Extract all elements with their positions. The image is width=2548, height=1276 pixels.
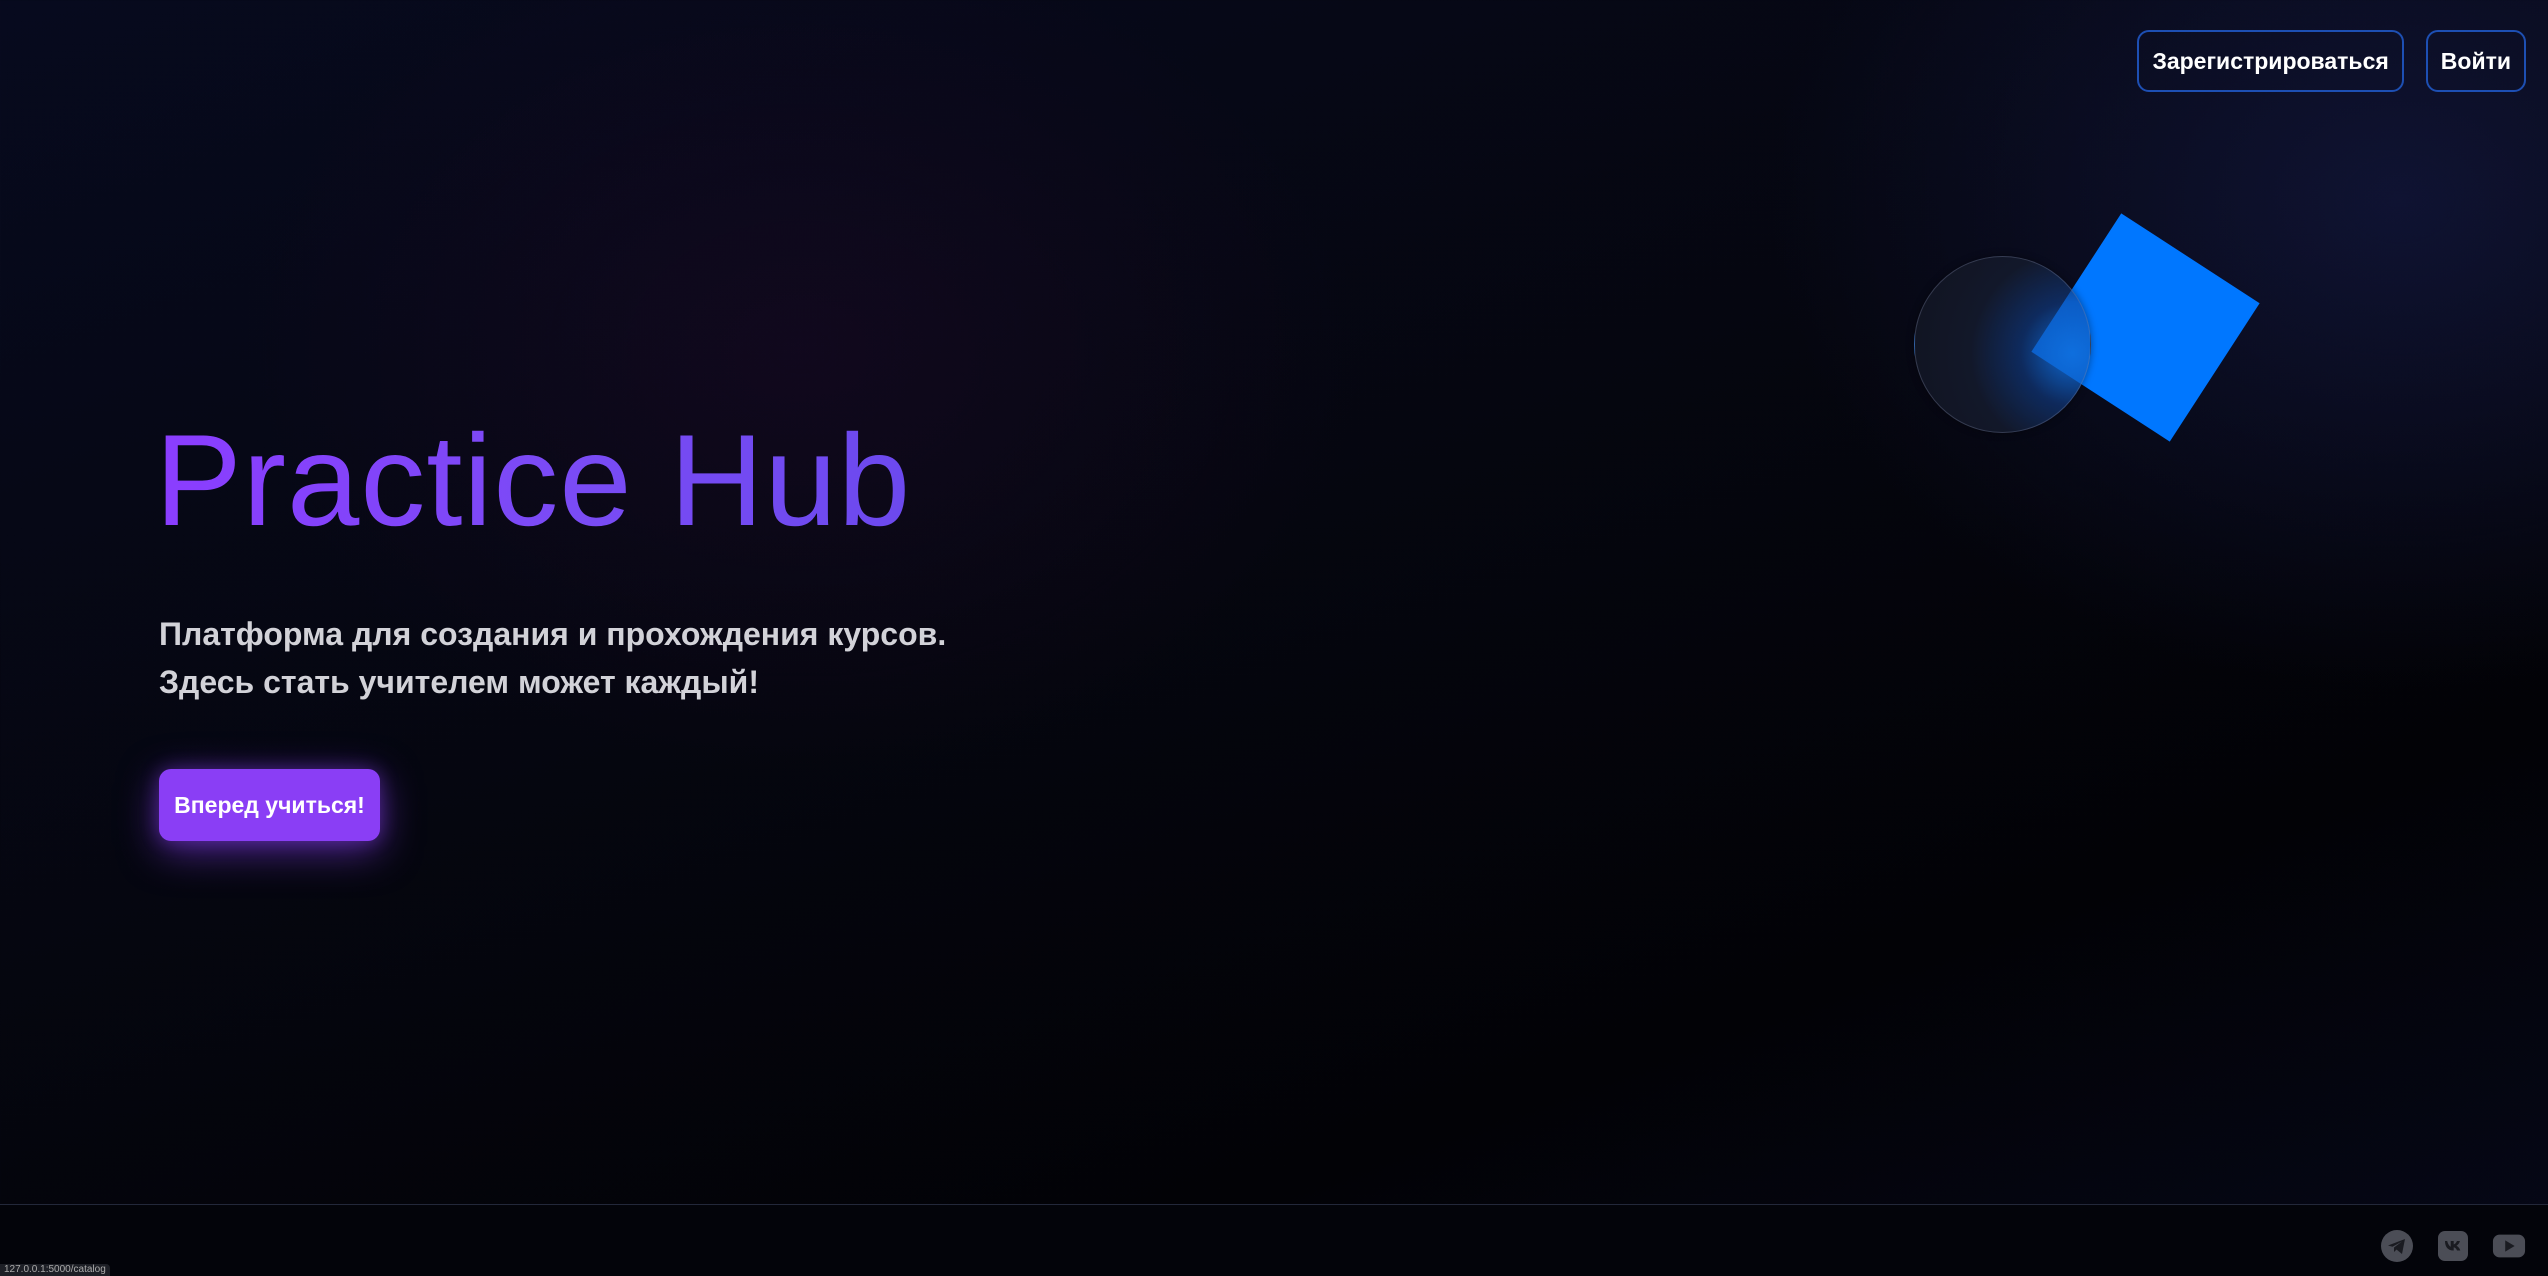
vk-icon[interactable]	[2436, 1229, 2470, 1263]
login-button[interactable]: Войти	[2425, 30, 2526, 92]
social-links	[2380, 1229, 2526, 1263]
hero-subtitle-line-1: Платформа для создания и прохождения кур…	[159, 616, 947, 652]
decorative-glass-circle	[1914, 256, 2091, 433]
hero-subtitle: Платформа для создания и прохождения кур…	[159, 610, 946, 706]
hero-subtitle-line-2: Здесь стать учителем может каждый!	[159, 664, 759, 700]
header-auth: Зарегистрироваться Войти	[2137, 30, 2526, 92]
start-learning-button[interactable]: Вперед учиться!	[159, 769, 380, 841]
status-bar-url: 127.0.0.1:5000/catalog	[0, 1264, 110, 1276]
footer	[0, 1204, 2548, 1276]
youtube-icon[interactable]	[2492, 1229, 2526, 1263]
register-button[interactable]: Зарегистрироваться	[2137, 30, 2404, 92]
hero-title: Practice Hub	[155, 400, 911, 560]
telegram-icon[interactable]	[2380, 1229, 2414, 1263]
